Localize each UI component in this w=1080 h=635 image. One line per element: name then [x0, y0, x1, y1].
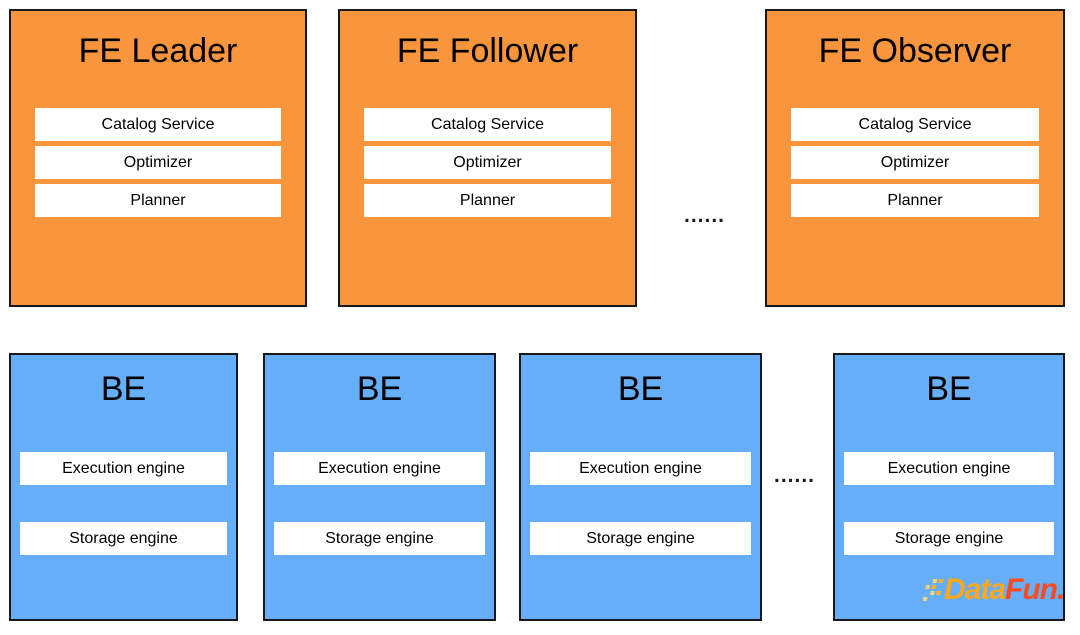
be-node-1[interactable]: BE Execution engine Storage engine — [9, 353, 238, 621]
component-optimizer[interactable]: Optimizer — [364, 146, 611, 179]
be-component-list: Execution engine Storage engine — [11, 452, 236, 555]
watermark-data-text: Data — [944, 573, 1006, 606]
component-optimizer[interactable]: Optimizer — [35, 146, 281, 179]
component-catalog-service[interactable]: Catalog Service — [791, 108, 1039, 141]
component-storage-engine[interactable]: Storage engine — [530, 522, 751, 555]
component-planner[interactable]: Planner — [35, 184, 281, 217]
component-execution-engine[interactable]: Execution engine — [844, 452, 1054, 485]
be-component-list: Execution engine Storage engine — [521, 452, 760, 555]
component-planner[interactable]: Planner — [364, 184, 611, 217]
fe-node-leader[interactable]: FE Leader Catalog Service Optimizer Plan… — [9, 9, 307, 307]
component-execution-engine[interactable]: Execution engine — [20, 452, 227, 485]
watermark-dots-icon — [922, 579, 944, 601]
fe-node-title: FE Follower — [396, 32, 579, 70]
be-component-list: Execution engine Storage engine — [835, 452, 1063, 555]
be-node-title: BE — [617, 370, 664, 408]
be-row-ellipsis: ...... — [774, 464, 816, 487]
be-node-3[interactable]: BE Execution engine Storage engine — [519, 353, 762, 621]
watermark-fun-text: Fun. — [1005, 573, 1065, 606]
component-catalog-service[interactable]: Catalog Service — [364, 108, 611, 141]
component-storage-engine[interactable]: Storage engine — [274, 522, 485, 555]
component-execution-engine[interactable]: Execution engine — [530, 452, 751, 485]
be-node-title: BE — [926, 370, 972, 408]
be-component-list: Execution engine Storage engine — [265, 452, 494, 555]
datafun-watermark: DataFun. — [922, 573, 1065, 606]
be-node-title: BE — [100, 370, 147, 408]
be-node-title: BE — [356, 370, 403, 408]
component-planner[interactable]: Planner — [791, 184, 1039, 217]
fe-node-title: FE Observer — [818, 32, 1012, 70]
component-storage-engine[interactable]: Storage engine — [844, 522, 1054, 555]
fe-component-list: Catalog Service Optimizer Planner — [767, 108, 1063, 217]
watermark-text: DataFun. — [944, 573, 1065, 606]
fe-component-list: Catalog Service Optimizer Planner — [340, 108, 635, 217]
fe-node-follower[interactable]: FE Follower Catalog Service Optimizer Pl… — [338, 9, 637, 307]
component-storage-engine[interactable]: Storage engine — [20, 522, 227, 555]
diagram-canvas: FE Leader Catalog Service Optimizer Plan… — [0, 0, 1080, 635]
fe-component-list: Catalog Service Optimizer Planner — [11, 108, 305, 217]
fe-node-observer[interactable]: FE Observer Catalog Service Optimizer Pl… — [765, 9, 1065, 307]
be-node-2[interactable]: BE Execution engine Storage engine — [263, 353, 496, 621]
fe-node-title: FE Leader — [78, 32, 238, 70]
component-catalog-service[interactable]: Catalog Service — [35, 108, 281, 141]
component-execution-engine[interactable]: Execution engine — [274, 452, 485, 485]
component-optimizer[interactable]: Optimizer — [791, 146, 1039, 179]
fe-row-ellipsis: ...... — [684, 204, 726, 227]
